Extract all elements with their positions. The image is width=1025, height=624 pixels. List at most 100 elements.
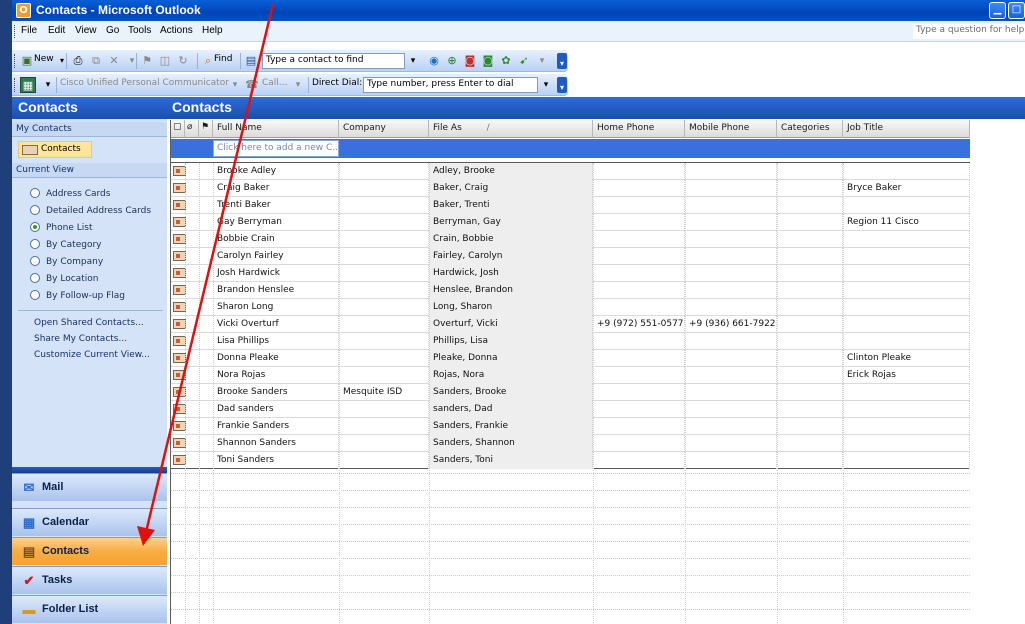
categories-cell[interactable] [777,350,843,367]
categories-cell[interactable] [777,163,843,180]
table-row[interactable]: Trenti Baker Baker, Trenti [171,197,970,214]
categories-cell[interactable] [777,248,843,265]
open-shared-contacts-link[interactable]: Open Shared Contacts... [34,318,144,328]
categories-cell[interactable] [777,197,843,214]
categories-cell[interactable] [777,333,843,350]
categories-cell[interactable] [777,316,843,333]
call-dropdown-icon[interactable]: ▾ [290,77,306,93]
home-phone-cell[interactable] [593,231,685,248]
table-row[interactable]: Nora Rojas Rojas, Nora Erick Rojas [171,367,970,384]
find-button[interactable]: Find [214,54,232,64]
company-cell[interactable] [339,214,429,231]
company-cell[interactable] [339,452,429,469]
file-as-cell[interactable]: Long, Sharon [429,299,593,316]
company-cell[interactable] [339,316,429,333]
full-name-cell[interactable]: Craig Baker [213,180,339,197]
home-phone-cell[interactable] [593,248,685,265]
mobile-phone-cell[interactable] [685,265,777,282]
categories-cell[interactable] [777,282,843,299]
table-row[interactable]: Josh Hardwick Hardwick, Josh [171,265,970,282]
file-as-cell[interactable]: Baker, Trenti [429,197,593,214]
menu-go[interactable]: Go [106,25,119,36]
call-button[interactable]: Call... [262,78,287,88]
company-cell[interactable] [339,197,429,214]
direct-dial-dropdown-icon[interactable]: ▾ [538,77,554,93]
delete-icon[interactable]: ✕ [106,53,122,69]
categories-cell[interactable] [777,435,843,452]
company-cell[interactable] [339,231,429,248]
home-phone-cell[interactable] [593,265,685,282]
mobile-phone-cell[interactable] [685,333,777,350]
file-as-cell[interactable]: Overturf, Vicki [429,316,593,333]
full-name-cell[interactable]: Brooke Sanders [213,384,339,401]
file-as-cell[interactable]: Sanders, Shannon [429,435,593,452]
home-phone-cell[interactable] [593,299,685,316]
share-my-contacts-link[interactable]: Share My Contacts... [34,334,127,344]
mobile-phone-cell[interactable] [685,248,777,265]
file-as-cell[interactable]: Hardwick, Josh [429,265,593,282]
full-name-cell[interactable]: Brooke Adley [213,163,339,180]
company-cell[interactable] [339,163,429,180]
mobile-phone-cell[interactable] [685,350,777,367]
home-phone-cell[interactable] [593,180,685,197]
toolbar-grip-icon[interactable] [14,78,17,92]
mobile-phone-cell[interactable] [685,401,777,418]
column-categories[interactable]: Categories [777,120,843,138]
categories-cell[interactable] [777,452,843,469]
address-book-icon[interactable]: ▤ [243,53,259,69]
home-phone-cell[interactable] [593,401,685,418]
file-as-cell[interactable]: Henslee, Brandon [429,282,593,299]
home-phone-cell[interactable] [593,452,685,469]
file-as-cell[interactable]: Rojas, Nora [429,367,593,384]
categories-icon[interactable]: ◫ [157,53,173,69]
column-file-as[interactable]: File As / [429,120,593,138]
job-title-cell[interactable]: Region 11 Cisco [843,214,970,231]
contacts-folder-item[interactable]: Contacts [18,141,92,158]
mobile-phone-cell[interactable]: +9 (936) 661-7922 [685,316,777,333]
cupc-app-icon[interactable]: ▦ [20,77,36,93]
minimize-button[interactable]: ▁ [989,2,1006,19]
view-option-by-category[interactable]: By Category [30,239,101,250]
view-option-phone-list[interactable]: Phone List [30,222,92,233]
menu-tools[interactable]: Tools [128,25,151,36]
home-phone-cell[interactable] [593,197,685,214]
file-as-cell[interactable]: Sanders, Frankie [429,418,593,435]
company-cell[interactable] [339,299,429,316]
file-as-cell[interactable]: Sanders, Brooke [429,384,593,401]
new-dropdown-icon[interactable]: ▾ [54,53,70,69]
table-row[interactable]: Craig Baker Baker, Craig Bryce Baker [171,180,970,197]
table-row[interactable]: Donna Pleake Pleake, Donna Clinton Pleake [171,350,970,367]
mobile-phone-cell[interactable] [685,418,777,435]
new-button[interactable]: New [34,54,54,64]
full-name-cell[interactable]: Toni Sanders [213,452,339,469]
job-title-cell[interactable]: Erick Rojas [843,367,970,384]
company-cell[interactable] [339,367,429,384]
maximize-button[interactable]: □ [1008,2,1025,19]
file-as-cell[interactable]: sanders, Dad [429,401,593,418]
full-name-cell[interactable]: Shannon Sanders [213,435,339,452]
follow-up-icon[interactable]: ↻ [175,53,191,69]
view-option-by-location[interactable]: By Location [30,273,98,284]
company-cell[interactable] [339,333,429,350]
column-full-name[interactable]: Full Name [213,120,339,138]
home-phone-cell[interactable]: +9 (972) 551-0577 [593,316,685,333]
mobile-phone-cell[interactable] [685,282,777,299]
categories-cell[interactable] [777,299,843,316]
help-circle-icon[interactable]: ◉ [426,53,442,69]
home-phone-cell[interactable] [593,214,685,231]
nav-button-contacts[interactable]: ▤ Contacts [12,537,167,565]
find-contact-dropdown-icon[interactable]: ▾ [405,53,421,69]
view-option-address-cards[interactable]: Address Cards [30,188,110,199]
flag-icon[interactable]: ⚑ [139,53,155,69]
contact-person-icon[interactable]: ◙ [462,53,478,69]
dropdown-icon[interactable]: ▾ [124,53,140,69]
company-cell[interactable] [339,180,429,197]
table-row[interactable]: Frankie Sanders Sanders, Frankie [171,418,970,435]
view-option-detailed-address-cards[interactable]: Detailed Address Cards [30,205,151,216]
file-as-cell[interactable]: Sanders, Toni [429,452,593,469]
mobile-phone-cell[interactable] [685,180,777,197]
table-row[interactable]: Brooke Sanders Mesquite ISD Sanders, Brook… [171,384,970,401]
full-name-cell[interactable]: Sharon Long [213,299,339,316]
table-row[interactable]: Brandon Henslee Henslee, Brandon [171,282,970,299]
job-title-cell[interactable] [843,316,970,333]
